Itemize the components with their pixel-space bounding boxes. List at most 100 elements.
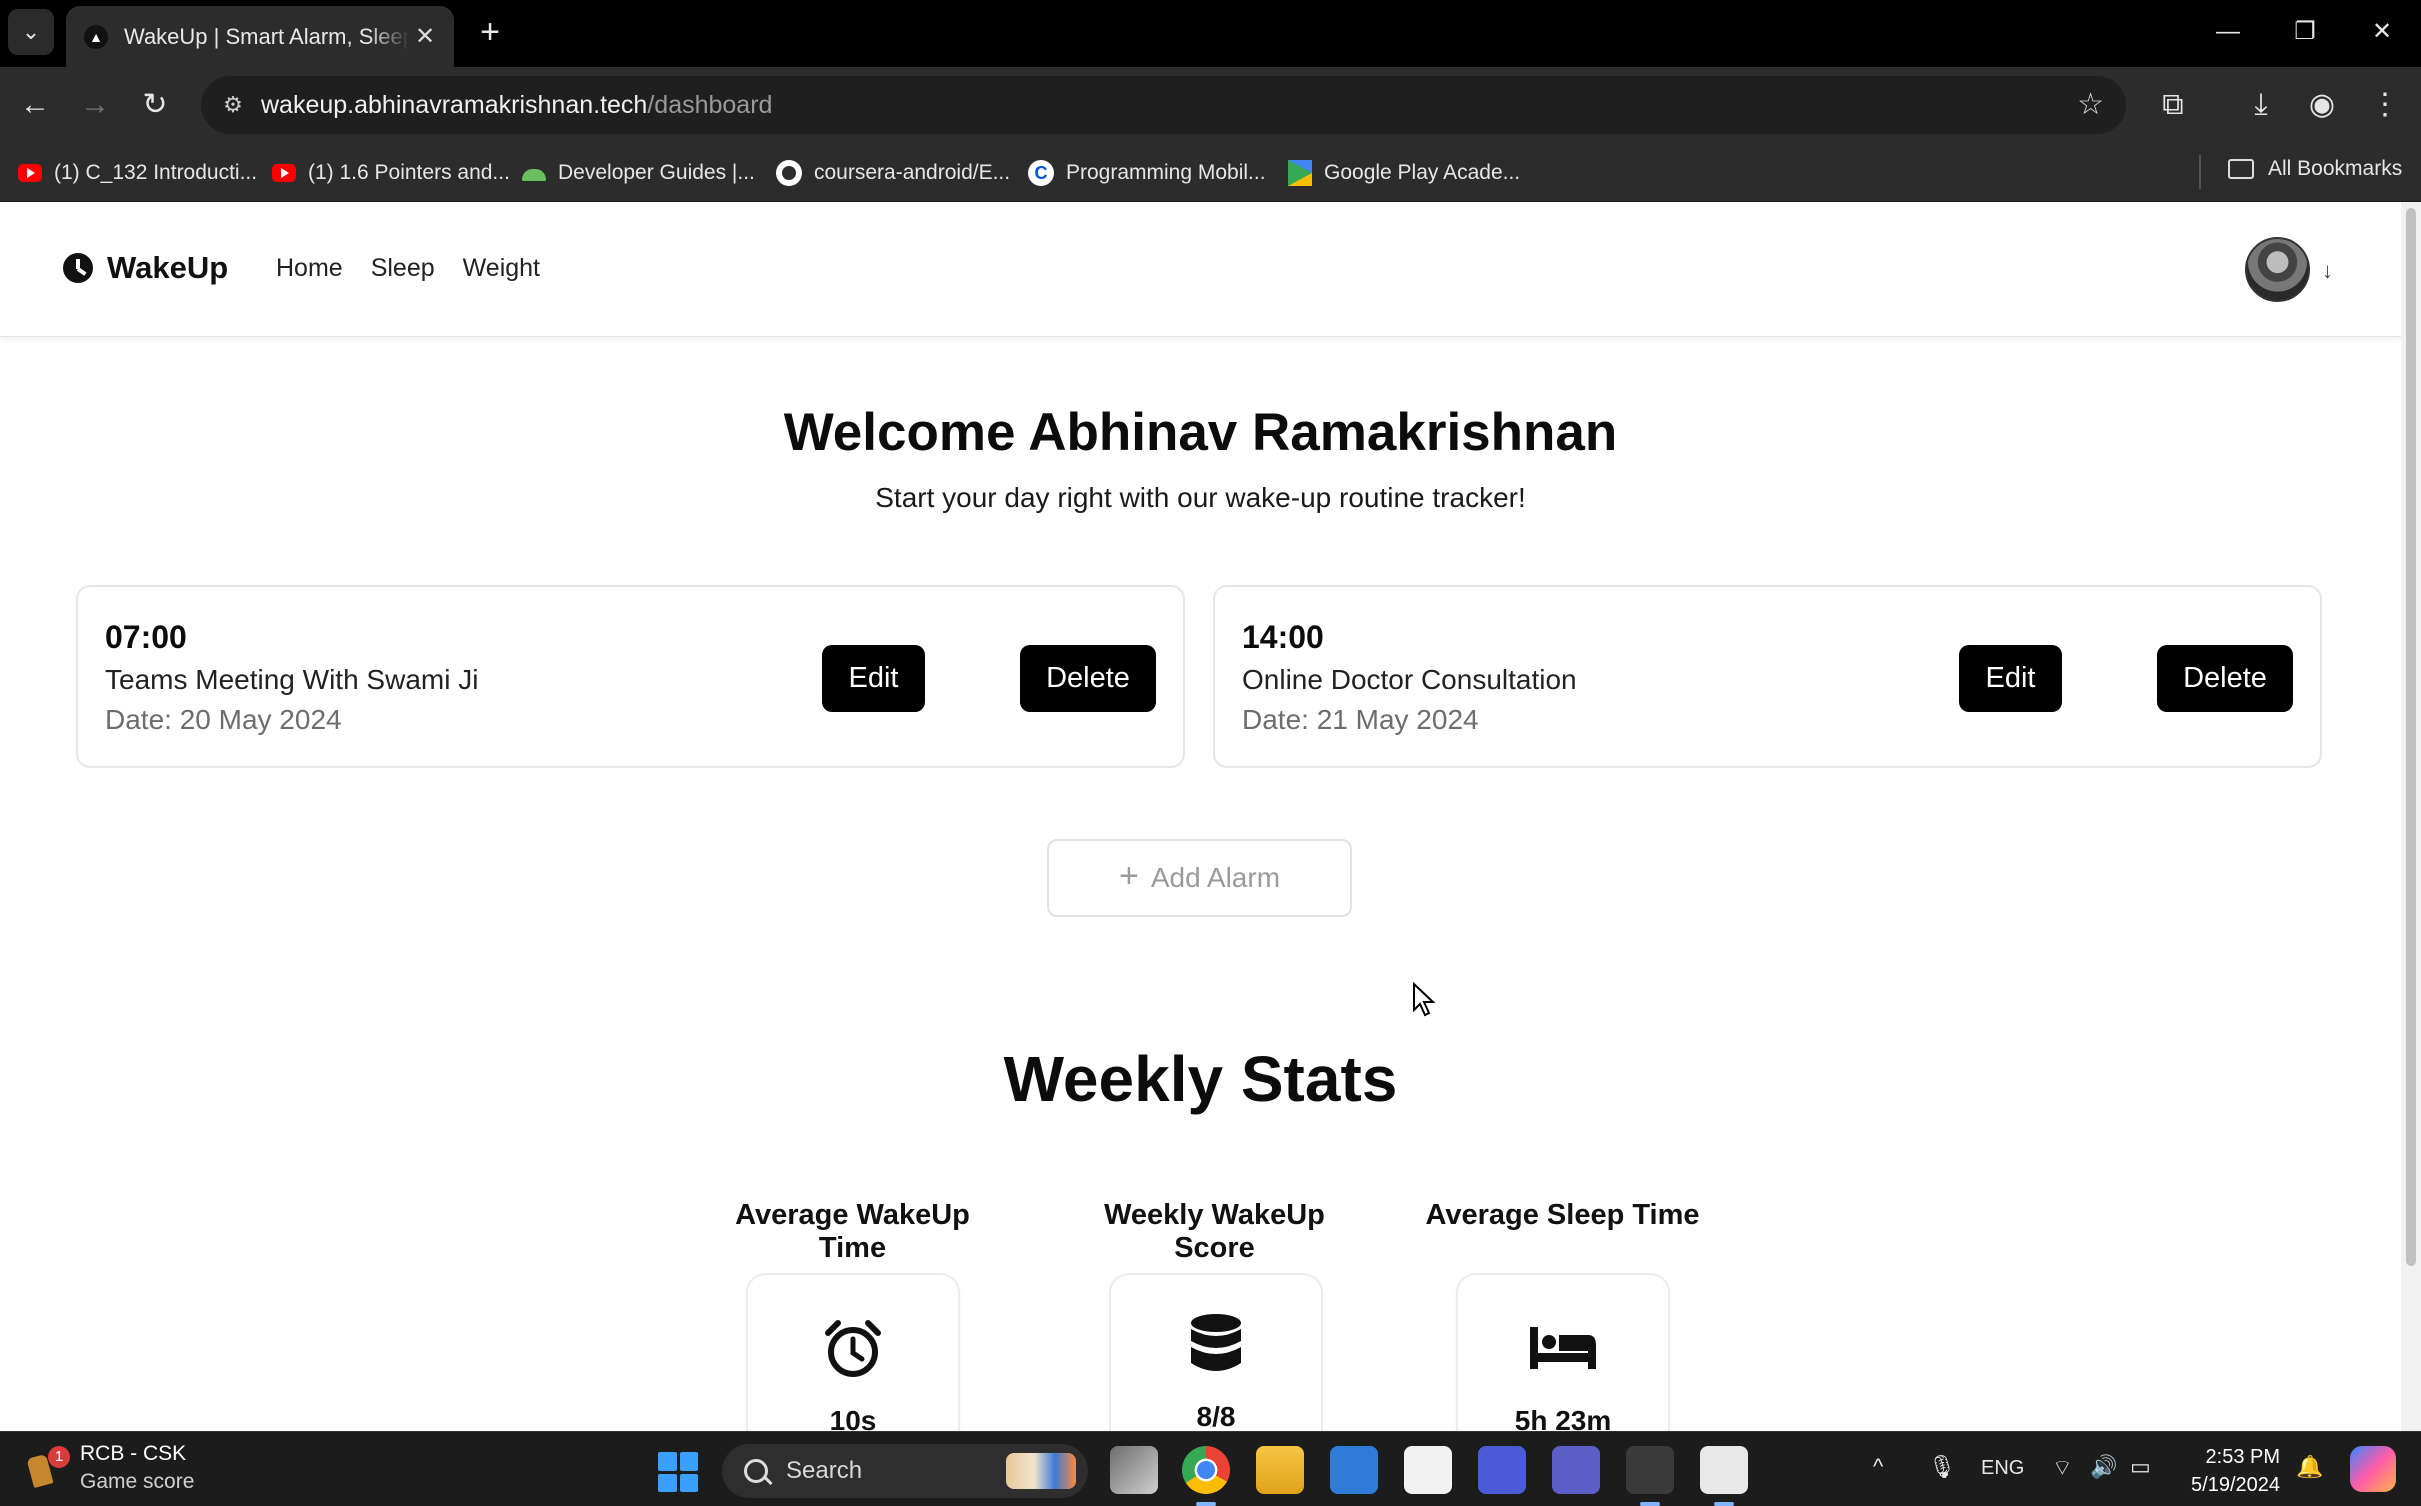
search-highlight-icon: [1006, 1453, 1076, 1489]
task-view-icon[interactable]: [1110, 1446, 1158, 1494]
copilot-icon[interactable]: [2350, 1446, 2396, 1492]
all-bookmarks-button[interactable]: All Bookmarks: [2228, 157, 2402, 181]
alarm-label: Teams Meeting With Swami Ji: [105, 664, 479, 695]
folder-icon: [2228, 159, 2254, 179]
search-label: Search: [786, 1457, 863, 1484]
add-alarm-button[interactable]: + Add Alarm: [1047, 839, 1352, 917]
alarm-card: 14:00 Online Doctor Consultation Date: 2…: [1213, 585, 2322, 768]
file-explorer-icon[interactable]: [1256, 1446, 1304, 1494]
notifications-icon[interactable]: 🔔: [2296, 1454, 2323, 1480]
bookmark-item[interactable]: (1) 1.6 Pointers and...: [272, 157, 510, 189]
edit-alarm-button[interactable]: Edit: [1959, 645, 2062, 712]
nav-links: Home Sleep Weight: [276, 254, 540, 283]
battery-icon[interactable]: ▭: [2130, 1454, 2151, 1480]
stat-card: 10s: [746, 1273, 960, 1431]
stat-label: Average Sleep Time: [1425, 1199, 1700, 1231]
forward-icon[interactable]: →: [71, 81, 119, 129]
reload-icon[interactable]: ↻: [131, 81, 179, 129]
bookmark-label: Programming Mobil...: [1066, 161, 1266, 184]
bookmark-item[interactable]: C Programming Mobil...: [1028, 157, 1266, 189]
bookmark-label: Google Play Acade...: [1324, 161, 1521, 184]
notepad-icon[interactable]: [1404, 1446, 1452, 1494]
bookmark-item[interactable]: coursera-android/E...: [776, 157, 1010, 189]
youtube-icon: [272, 164, 296, 182]
taskbar-search[interactable]: Search: [722, 1444, 1088, 1498]
alarm-time: 14:00: [1242, 619, 1324, 655]
page-scrollbar[interactable]: [2401, 202, 2421, 1431]
snipping-tool-icon[interactable]: [1700, 1446, 1748, 1506]
clock-date[interactable]: 5/19/2024: [2170, 1474, 2280, 1497]
weekly-stats-title: Weekly Stats: [1003, 1043, 1398, 1115]
bookmarks-divider: [2199, 155, 2201, 189]
nav-link-weight[interactable]: Weight: [463, 254, 540, 283]
more-menu-icon[interactable]: ⋮: [2361, 81, 2409, 129]
screen: ⌄ ▲ WakeUp | Smart Alarm, Sleep and Weig…: [0, 0, 2421, 1506]
bookmark-item[interactable]: (1) C_132 Introducti...: [18, 157, 257, 189]
scrollbar-thumb[interactable]: [2406, 208, 2416, 1266]
weather-widget[interactable]: 1 RCB - CSK Game score: [26, 1442, 194, 1494]
nav-link-sleep[interactable]: Sleep: [371, 254, 435, 283]
bookmark-item[interactable]: Google Play Acade...: [1288, 157, 1520, 189]
alarm-label: Online Doctor Consultation: [1242, 664, 1577, 695]
language-indicator[interactable]: ENG: [1981, 1457, 2024, 1480]
url-host: wakeup.abhinavramakrishnan.tech: [261, 90, 648, 119]
brand-name: WakeUp: [107, 250, 229, 285]
restore-icon[interactable]: ❐: [2270, 10, 2340, 54]
alarm-clock-icon: [748, 1319, 958, 1379]
wifi-icon[interactable]: ⌔: [2052, 1454, 2073, 1482]
extensions-icon[interactable]: ⧉: [2149, 81, 2197, 129]
download-icon[interactable]: ⤓: [2237, 81, 2285, 129]
brand-logo[interactable]: WakeUp: [63, 250, 228, 286]
clock-time[interactable]: 2:53 PM: [2188, 1446, 2280, 1469]
browser-toolbar: ← → ↻ ⚙ wakeup.abhinavramakrishnan.tech /…: [0, 67, 2421, 143]
clock-icon: [63, 253, 93, 283]
minimize-icon[interactable]: —: [2193, 10, 2263, 54]
browser-tab-active[interactable]: ▲ WakeUp | Smart Alarm, Sleep and Weight…: [66, 6, 454, 67]
bookmark-item[interactable]: Developer Guides |...: [522, 157, 755, 189]
database-icon: [1111, 1313, 1321, 1375]
notification-badge: 1: [48, 1446, 70, 1468]
microphone-icon[interactable]: 🎙: [1928, 1454, 1956, 1480]
stat-value: 5h 23m: [1514, 1405, 1612, 1431]
chrome-icon[interactable]: [1182, 1446, 1230, 1506]
back-icon[interactable]: ←: [11, 81, 59, 129]
add-alarm-label: Add Alarm: [1150, 862, 1281, 893]
youtube-icon: [18, 164, 42, 182]
nav-link-home[interactable]: Home: [276, 254, 343, 283]
url-path: /dashboard: [647, 90, 773, 119]
stat-value: 8/8: [1196, 1401, 1236, 1431]
taskbar: 1 RCB - CSK Game score Search ^ 🎙 ENG ⌔ …: [0, 1431, 2421, 1506]
new-tab-button[interactable]: +: [470, 12, 510, 52]
close-window-icon[interactable]: ✕: [2347, 10, 2417, 54]
page-title: Welcome Abhinav Ramakrishnan: [783, 403, 1618, 462]
tab-search-button[interactable]: ⌄: [8, 9, 54, 55]
delete-alarm-button[interactable]: Delete: [1020, 645, 1156, 712]
alarm-date: Date: 20 May 2024: [105, 704, 342, 735]
tab-close-icon[interactable]: ✕: [410, 22, 440, 51]
chevron-up-icon[interactable]: ^: [1873, 1454, 1883, 1480]
bookmark-label: coursera-android/E...: [814, 161, 1011, 184]
plus-icon: +: [1118, 856, 1139, 895]
arrow-down-icon[interactable]: ↓: [2322, 258, 2333, 284]
cricket-icon: 1: [26, 1446, 70, 1490]
volume-icon[interactable]: 🔊: [2090, 1454, 2117, 1480]
android-icon: [522, 169, 546, 181]
bookmark-star-icon[interactable]: ☆: [2077, 87, 2104, 122]
bookmark-label: (1) 1.6 Pointers and...: [308, 161, 510, 184]
site-settings-icon[interactable]: ⚙: [219, 91, 247, 119]
teams-icon[interactable]: [1552, 1446, 1600, 1494]
windows-start-icon[interactable]: [658, 1452, 698, 1492]
edit-alarm-button[interactable]: Edit: [822, 645, 925, 712]
vscode-icon[interactable]: [1330, 1446, 1378, 1494]
address-bar[interactable]: ⚙ wakeup.abhinavramakrishnan.tech/dashbo…: [201, 76, 2126, 134]
app-icon[interactable]: [1478, 1446, 1526, 1494]
widget-title: RCB - CSK: [80, 1442, 187, 1465]
github-icon: [776, 160, 802, 186]
wakeup-favicon-icon: ▲: [84, 24, 108, 49]
browser-tab-strip: ⌄ ▲ WakeUp | Smart Alarm, Sleep and Weig…: [0, 0, 2421, 67]
delete-alarm-button[interactable]: Delete: [2157, 645, 2293, 712]
google-play-icon: [1288, 160, 1312, 186]
profile-icon[interactable]: ◉: [2298, 81, 2346, 129]
avatar[interactable]: [2245, 237, 2310, 302]
terminal-icon[interactable]: [1626, 1446, 1674, 1506]
